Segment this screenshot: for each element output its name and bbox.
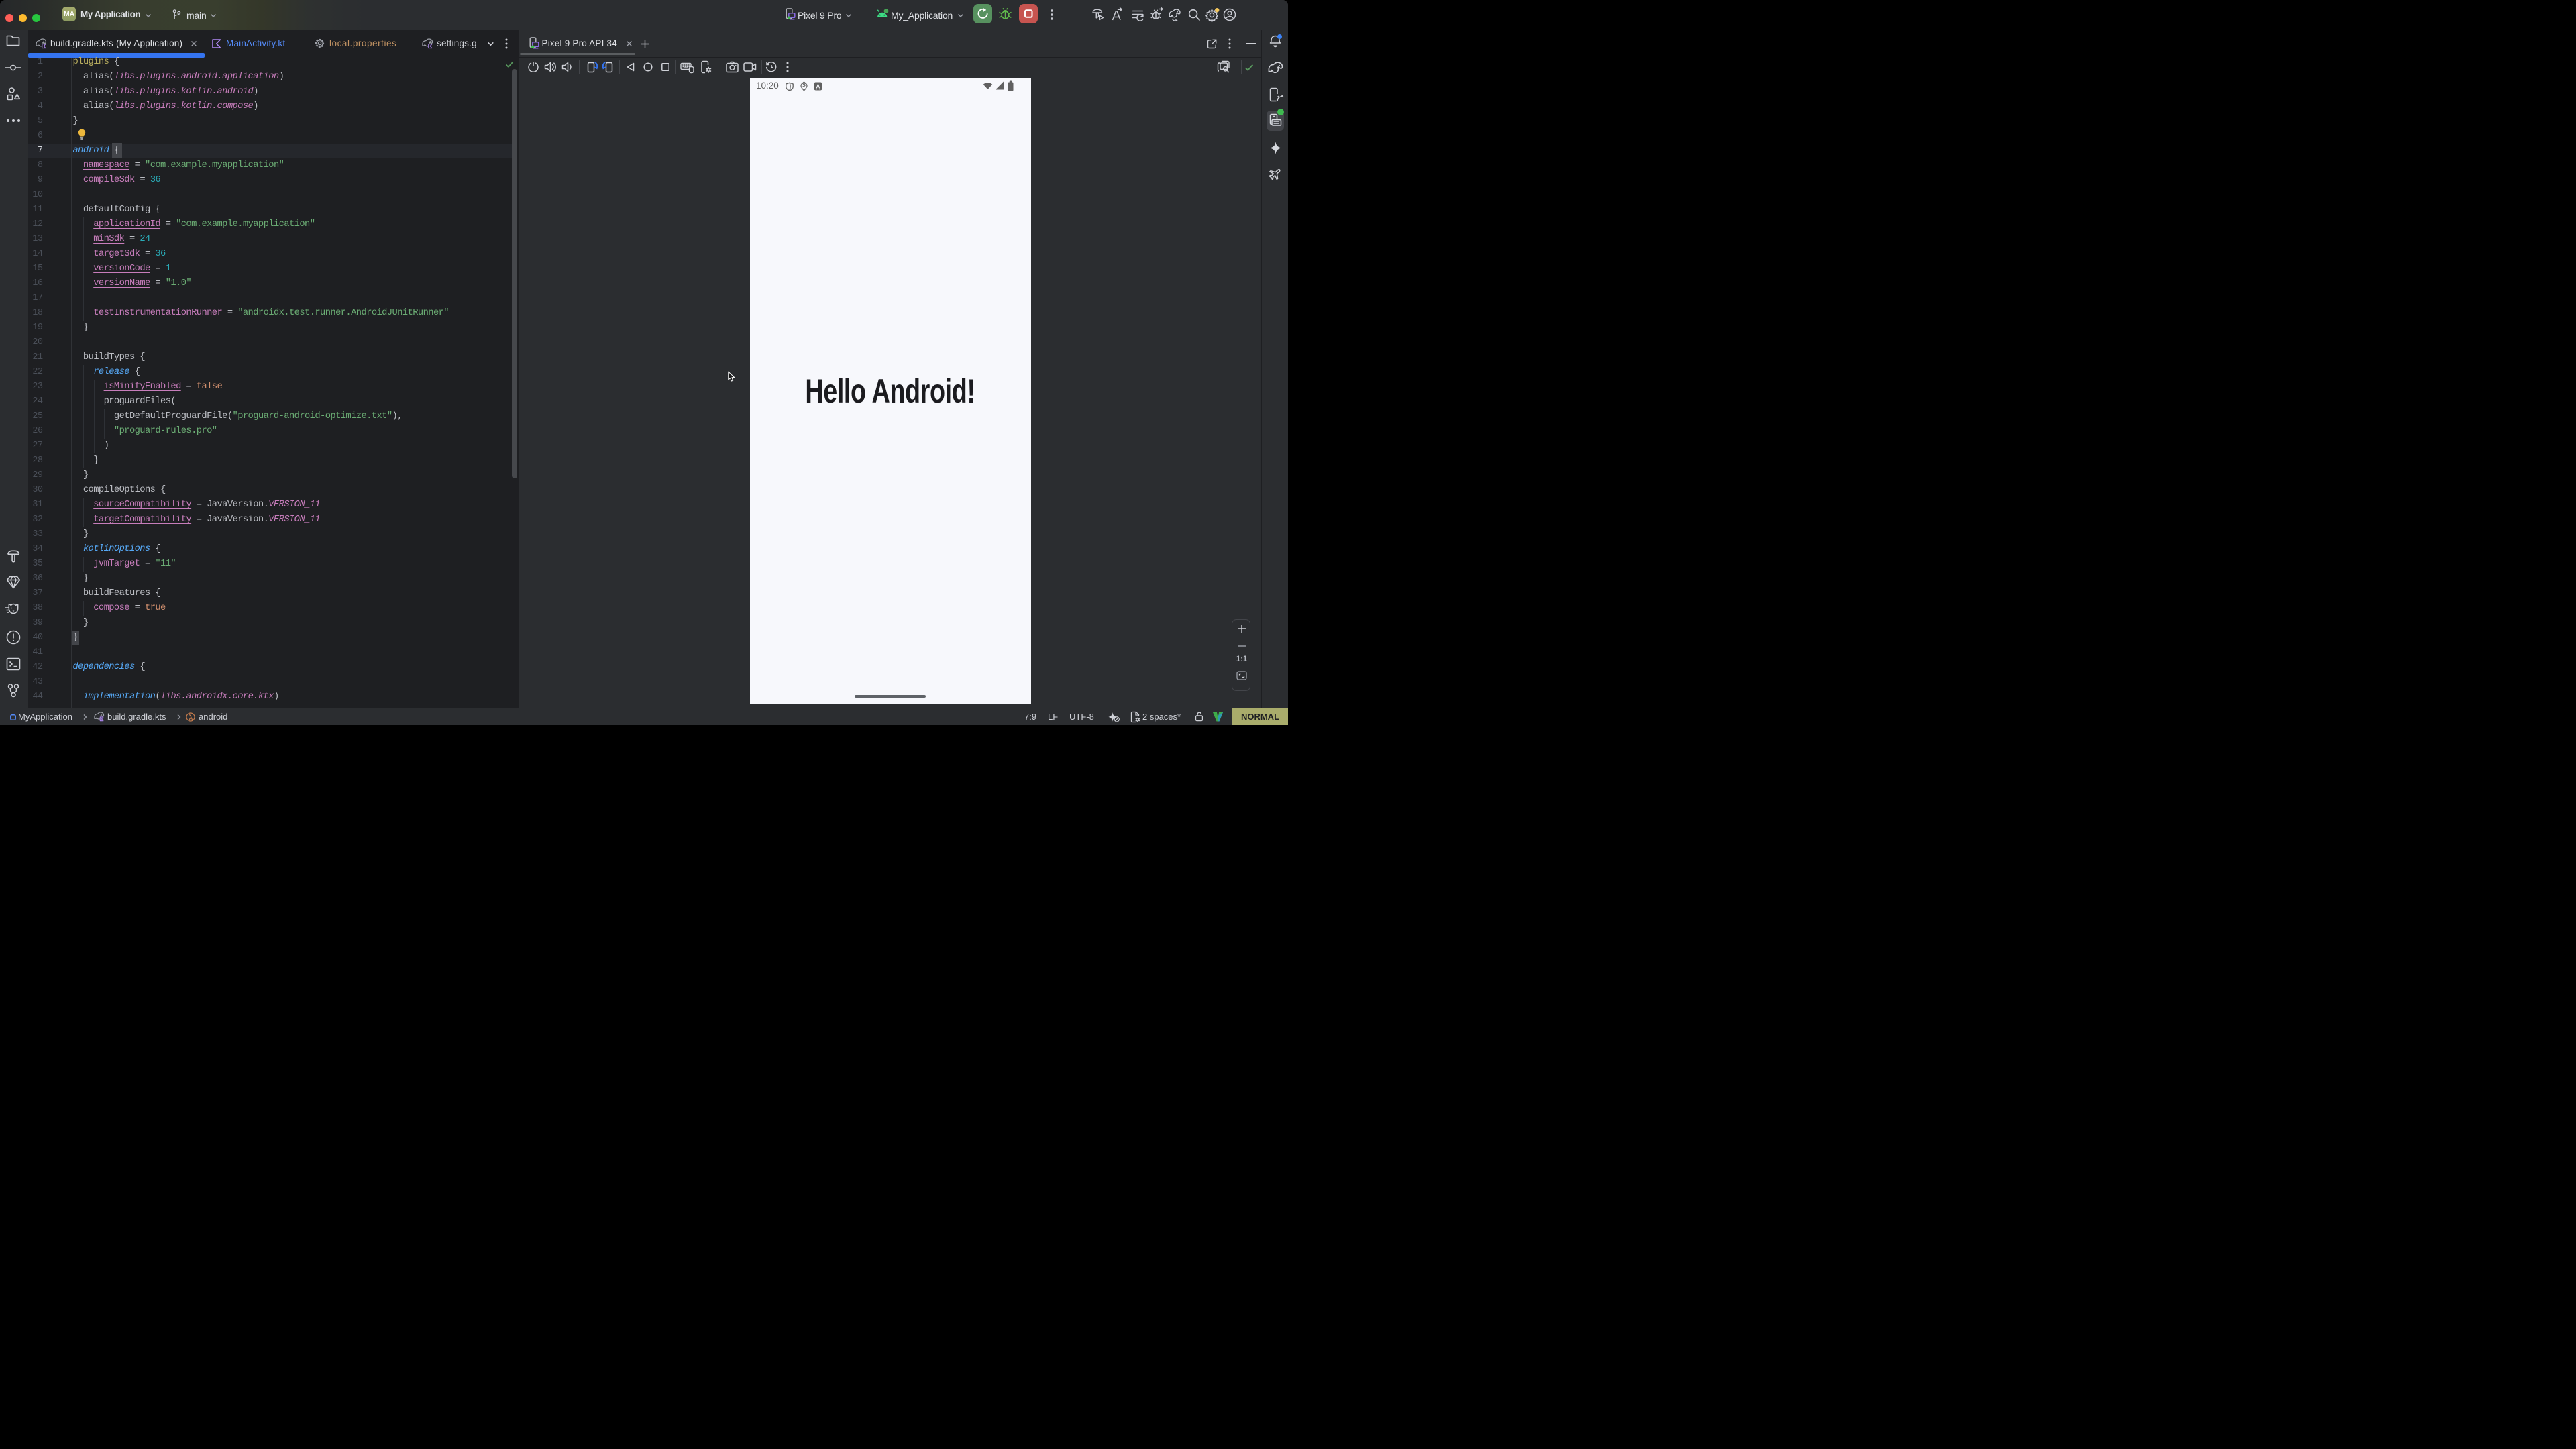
svg-text:A: A (816, 83, 820, 89)
